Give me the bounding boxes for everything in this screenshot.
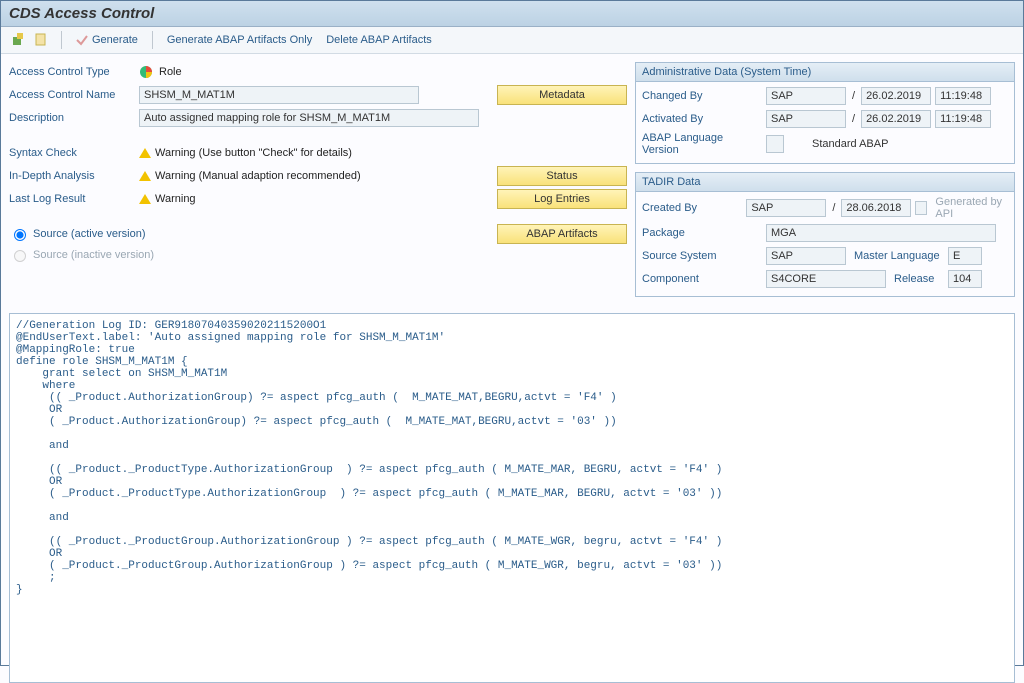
- window-title: CDS Access Control: [1, 1, 1023, 27]
- in-depth-label: In-Depth Analysis: [9, 170, 139, 182]
- activated-by-input[interactable]: [766, 110, 846, 128]
- abap-lang-code-input[interactable]: [766, 135, 784, 153]
- source-system-input[interactable]: [766, 247, 846, 265]
- in-depth-value: Warning (Manual adaption recommended): [155, 170, 361, 182]
- component-label: Component: [642, 273, 762, 285]
- toolbar-separator: [152, 31, 153, 49]
- changed-on-date-input[interactable]: [861, 87, 931, 105]
- role-pie-icon: [139, 65, 153, 79]
- component-input[interactable]: [766, 270, 886, 288]
- abap-lang-value: Standard ABAP: [808, 138, 888, 150]
- tadir-data-panel: TADIR Data Created By / Generated by API…: [635, 172, 1015, 297]
- generated-by-api-label: Generated by API: [935, 196, 1008, 220]
- created-on-date-input[interactable]: [841, 199, 911, 217]
- delete-abap-button[interactable]: Delete ABAP Artifacts: [322, 32, 436, 48]
- status-button[interactable]: Status: [497, 166, 627, 186]
- package-label: Package: [642, 227, 762, 239]
- abap-lang-label: ABAP Language Version: [642, 132, 762, 156]
- syntax-check-label: Syntax Check: [9, 147, 139, 159]
- created-by-label: Created By: [642, 202, 742, 214]
- activated-on-time-input[interactable]: [935, 110, 991, 128]
- admin-data-header: Administrative Data (System Time): [636, 63, 1014, 82]
- changed-by-label: Changed By: [642, 90, 762, 102]
- source-system-label: Source System: [642, 250, 762, 262]
- description-input[interactable]: [139, 109, 479, 127]
- access-control-name-label: Access Control Name: [9, 89, 139, 101]
- access-control-type-value: Role: [159, 66, 182, 78]
- toolbar-separator: [61, 31, 62, 49]
- generate-button[interactable]: Generate: [72, 32, 142, 48]
- toolbar: Generate Generate ABAP Artifacts Only De…: [1, 27, 1023, 54]
- changed-on-time-input[interactable]: [935, 87, 991, 105]
- activated-by-label: Activated By: [642, 113, 762, 125]
- separator: /: [850, 90, 857, 102]
- source-inactive-label: Source (inactive version): [33, 249, 154, 261]
- separator: /: [850, 113, 857, 125]
- source-active-label: Source (active version): [33, 228, 146, 240]
- generate-abap-only-button[interactable]: Generate ABAP Artifacts Only: [163, 32, 316, 48]
- syntax-check-value: Warning (Use button "Check" for details): [155, 147, 352, 159]
- created-by-input[interactable]: [746, 199, 826, 217]
- release-input[interactable]: [948, 270, 982, 288]
- release-label: Release: [890, 273, 944, 285]
- description-label: Description: [9, 112, 139, 124]
- last-log-label: Last Log Result: [9, 193, 139, 205]
- master-language-label: Master Language: [850, 250, 944, 262]
- admin-data-panel: Administrative Data (System Time) Change…: [635, 62, 1015, 164]
- access-control-name-input[interactable]: [139, 86, 419, 104]
- source-code-editor[interactable]: //Generation Log ID: GER9180704035902021…: [9, 313, 1015, 683]
- abap-artifacts-button[interactable]: ABAP Artifacts: [497, 224, 627, 244]
- warning-icon: [139, 171, 151, 181]
- master-language-input[interactable]: [948, 247, 982, 265]
- copy-icon[interactable]: [33, 31, 51, 49]
- source-active-radio[interactable]: [14, 229, 26, 241]
- source-inactive-radio: [14, 250, 26, 262]
- generated-by-api-checkbox[interactable]: [915, 201, 927, 215]
- log-entries-button[interactable]: Log Entries: [497, 189, 627, 209]
- create-icon[interactable]: [9, 31, 27, 49]
- package-input[interactable]: [766, 224, 996, 242]
- generate-label: Generate: [92, 34, 138, 46]
- tadir-data-header: TADIR Data: [636, 173, 1014, 192]
- last-log-value: Warning: [155, 193, 196, 205]
- metadata-button[interactable]: Metadata: [497, 85, 627, 105]
- access-control-type-label: Access Control Type: [9, 66, 139, 78]
- warning-icon: [139, 148, 151, 158]
- changed-by-input[interactable]: [766, 87, 846, 105]
- warning-icon: [139, 194, 151, 204]
- separator: /: [830, 202, 837, 214]
- activated-on-date-input[interactable]: [861, 110, 931, 128]
